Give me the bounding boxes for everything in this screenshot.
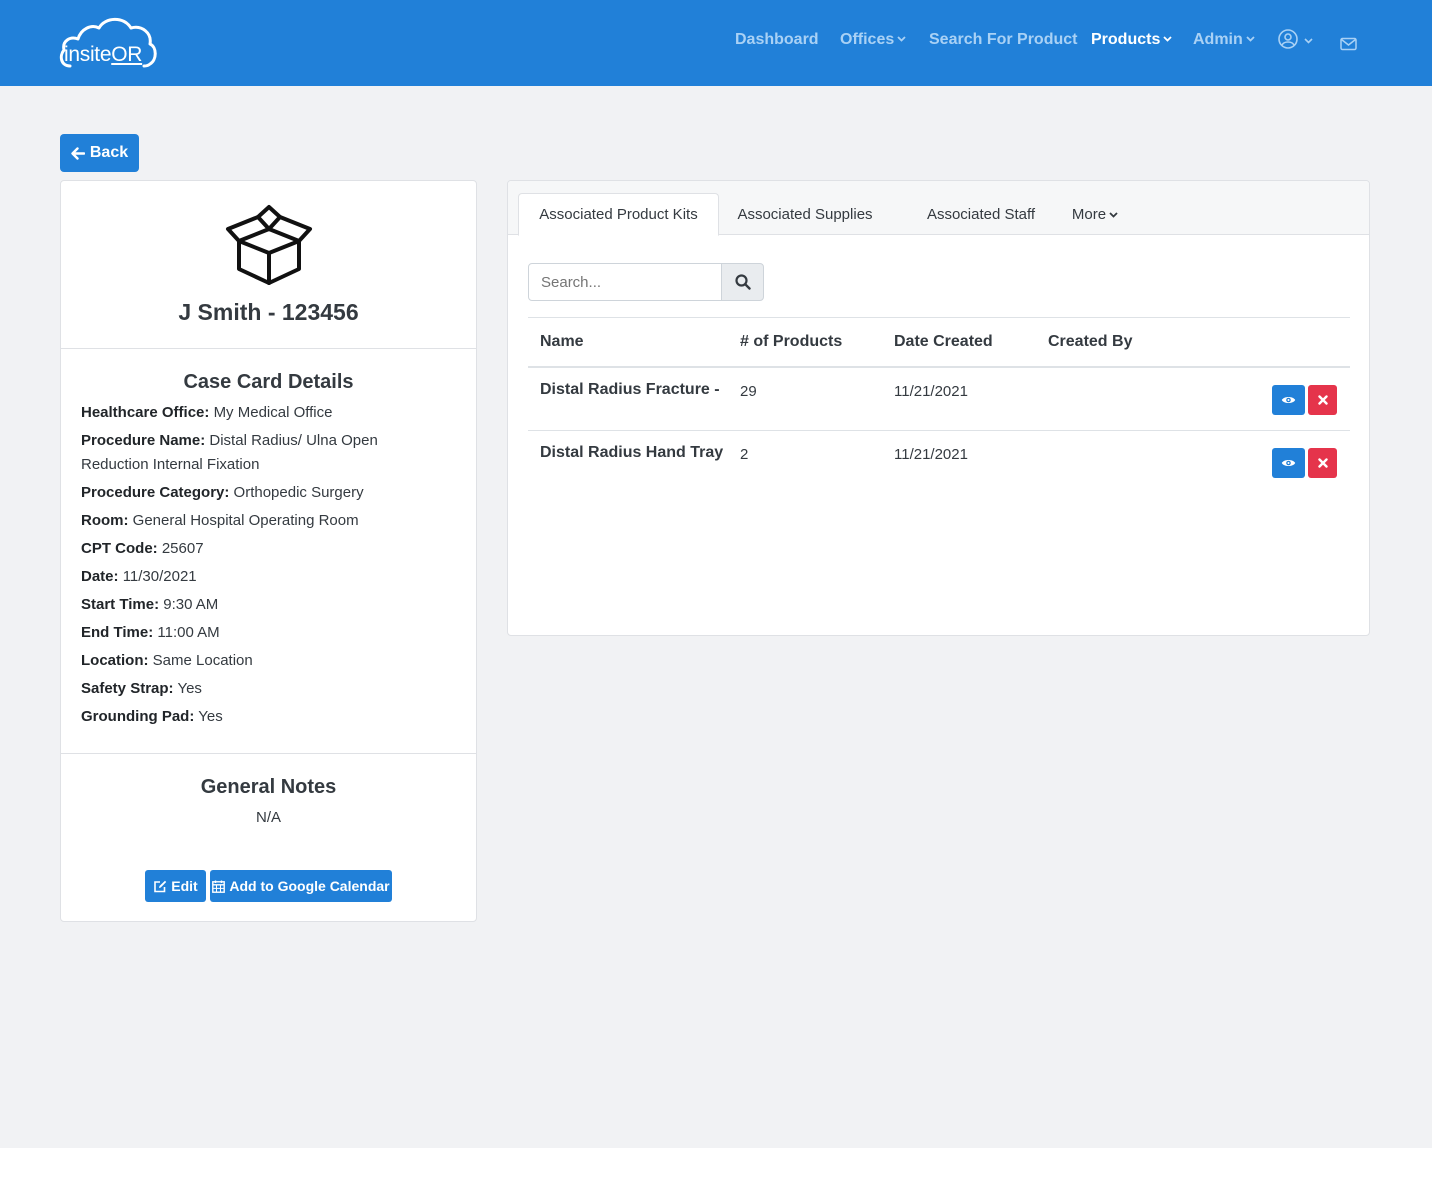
- column-header-products: # of Products: [740, 333, 843, 350]
- chevron-down-icon: [1163, 36, 1172, 42]
- column-header-name: Name: [540, 333, 584, 350]
- tabs-bar: Associated Product Kits Associated Suppl…: [508, 181, 1369, 236]
- edit-button[interactable]: Edit: [145, 870, 206, 902]
- table-top-border: [528, 317, 1350, 318]
- divider: [61, 348, 476, 349]
- row-date-created: 11/21/2021: [894, 383, 968, 400]
- detail-procedure-category: Procedure Category: Orthopedic Surgery: [81, 484, 364, 501]
- case-details-heading: Case Card Details: [183, 371, 354, 393]
- page-footer: [0, 1148, 1432, 1182]
- detail-date: Date: 11/30/2021: [81, 568, 197, 585]
- detail-safety-strap: Safety Strap: Yes: [81, 680, 202, 697]
- tab-associated-product-kits[interactable]: Associated Product Kits: [518, 193, 719, 236]
- search-button[interactable]: [721, 263, 764, 301]
- detail-procedure-name: Procedure Name: Distal Radius/ Ulna Open…: [81, 432, 378, 473]
- detail-cpt-code: CPT Code: 25607: [81, 540, 204, 557]
- add-to-google-calendar-button[interactable]: Add to Google Calendar: [210, 870, 392, 902]
- edit-icon: [154, 880, 167, 892]
- search-input[interactable]: [528, 263, 722, 301]
- tab-more-dropdown[interactable]: More: [1063, 193, 1127, 236]
- eye-icon: [1281, 460, 1296, 466]
- close-icon: [1317, 395, 1328, 405]
- case-details-list: Healthcare Office: My Medical Office Pro…: [81, 401, 421, 733]
- top-navbar: insiteOR Dashboard Offices Search For Pr…: [0, 0, 1432, 86]
- chevron-down-icon: [1246, 36, 1255, 42]
- insiteor-logo[interactable]: insiteOR: [58, 16, 158, 70]
- view-button[interactable]: [1272, 385, 1305, 415]
- chevron-down-icon: [897, 36, 906, 42]
- nav-search-for-product[interactable]: Search For Product: [929, 31, 1077, 49]
- case-title: J Smith - 123456: [178, 299, 359, 325]
- user-menu[interactable]: [1278, 29, 1316, 55]
- logo-wordmark: insiteOR: [64, 43, 143, 66]
- back-button-label: Back: [89, 144, 129, 161]
- user-circle-icon: [1278, 29, 1313, 49]
- divider: [61, 753, 476, 754]
- delete-button[interactable]: [1308, 385, 1337, 415]
- row-kit-name[interactable]: Distal Radius Fracture -: [540, 381, 720, 399]
- nav-offices[interactable]: Offices: [840, 31, 906, 49]
- close-icon: [1317, 458, 1328, 468]
- nav-admin[interactable]: Admin: [1193, 31, 1255, 49]
- delete-button[interactable]: [1308, 448, 1337, 478]
- open-box-icon: [226, 205, 312, 285]
- associations-card: Associated Product Kits Associated Suppl…: [507, 180, 1370, 636]
- case-card: J Smith - 123456 Case Card Details Healt…: [60, 180, 477, 922]
- messages[interactable]: [1340, 36, 1357, 55]
- column-header-date-created: Date Created: [894, 333, 993, 350]
- envelope-icon: [1340, 37, 1357, 51]
- back-button[interactable]: Back: [60, 134, 139, 172]
- view-button[interactable]: [1272, 448, 1305, 478]
- arrow-left-icon: [71, 146, 85, 160]
- nav-dashboard[interactable]: Dashboard: [735, 31, 819, 49]
- column-header-created-by: Created By: [1048, 333, 1133, 350]
- row-kit-name[interactable]: Distal Radius Hand Tray: [540, 444, 723, 462]
- detail-grounding-pad: Grounding Pad: Yes: [81, 708, 223, 725]
- edit-button-label: Edit: [171, 878, 198, 894]
- detail-start-time: Start Time: 9:30 AM: [81, 596, 219, 613]
- add-to-google-calendar-label: Add to Google Calendar: [229, 878, 390, 894]
- tab-associated-supplies[interactable]: Associated Supplies: [727, 193, 883, 236]
- detail-room: Room: General Hospital Operating Room: [81, 512, 359, 529]
- search-icon: [734, 274, 751, 290]
- general-notes-heading: General Notes: [200, 776, 337, 798]
- chevron-down-icon: [1109, 211, 1118, 218]
- tab-associated-staff[interactable]: Associated Staff: [916, 193, 1046, 236]
- eye-icon: [1281, 397, 1296, 403]
- calendar-icon: [212, 880, 226, 893]
- row-divider: [528, 430, 1350, 431]
- row-product-count: 29: [740, 383, 757, 400]
- table-header-border: [528, 366, 1350, 368]
- row-product-count: 2: [740, 446, 749, 463]
- detail-healthcare-office: Healthcare Office: My Medical Office: [81, 404, 333, 421]
- row-date-created: 11/21/2021: [894, 446, 968, 463]
- nav-products[interactable]: Products: [1091, 31, 1172, 49]
- detail-end-time: End Time: 11:00 AM: [81, 624, 220, 641]
- detail-location: Location: Same Location: [81, 652, 253, 669]
- general-notes-value: N/A: [255, 809, 281, 826]
